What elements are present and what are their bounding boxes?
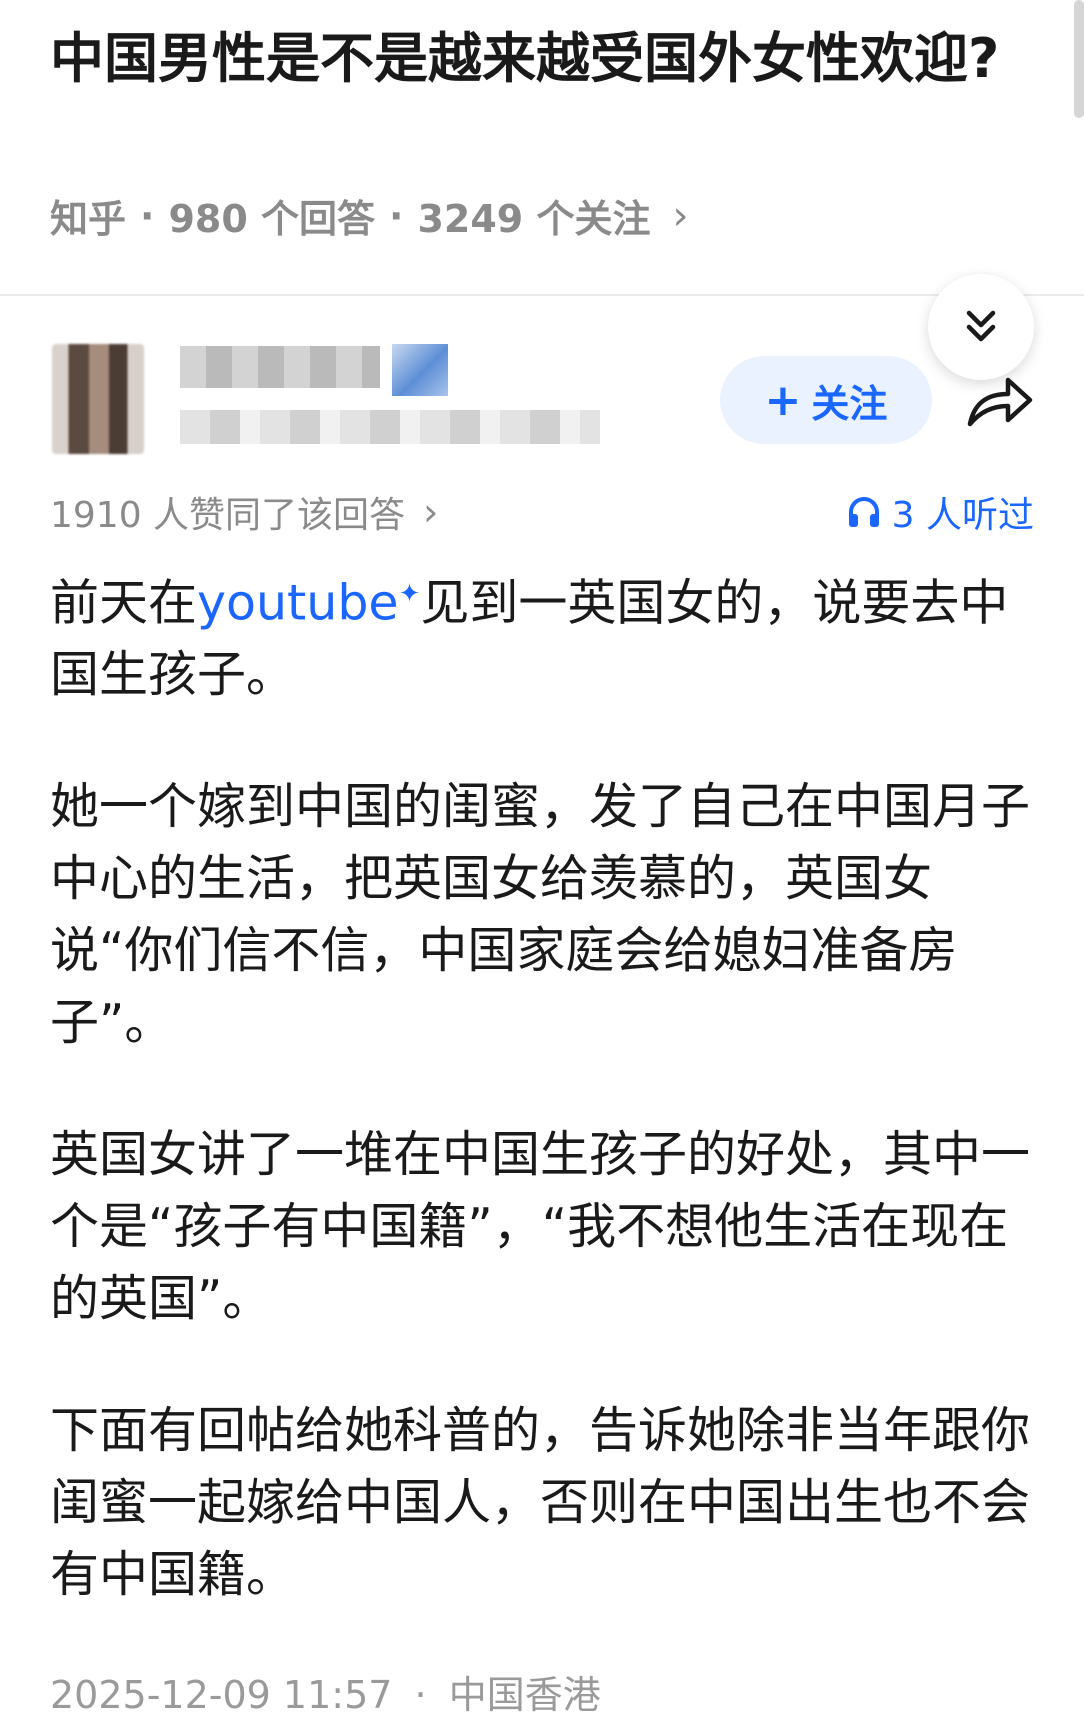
- post-datetime: 2025-12-09 11:57: [50, 1673, 393, 1717]
- headphones-icon: [848, 497, 879, 527]
- avatar[interactable]: [52, 344, 144, 454]
- vote-count[interactable]: 1910 人赞同了该回答 ›: [50, 486, 438, 538]
- double-chevron-down-icon: [966, 310, 996, 342]
- answer-paragraph: 前天在youtube✦见到一英国女的，说要去中国生孩子。: [50, 558, 1034, 711]
- answer-paragraph: 她一个嫁到中国的闺蜜，发了自己在中国月子中心的生活，把英国女给羡慕的，英国女说“…: [50, 778, 1031, 1052]
- scrollbar[interactable]: [1074, 0, 1084, 118]
- answer-count: 980 个回答: [168, 197, 376, 241]
- answer-paragraph: 下面有回帖给她科普的，告诉她除非当年跟你闺蜜一起嫁给中国人，否则在中国出生也不会…: [50, 1402, 1031, 1604]
- chevron-right-icon: ›: [672, 192, 689, 239]
- source-label: 知乎: [50, 197, 127, 241]
- answer-text: 前天在: [50, 574, 198, 632]
- follow-button[interactable]: + 关注: [720, 356, 932, 444]
- keyword-link[interactable]: youtube: [197, 574, 399, 631]
- meta-separator: ·: [389, 193, 404, 238]
- follow-label: 关注: [811, 381, 888, 426]
- divider: [0, 294, 1084, 296]
- answer-body: 前天在youtube✦见到一英国女的，说要去中国生孩子。 她一个嫁到中国的闺蜜，…: [50, 558, 1034, 1671]
- listen-count-label: 3 人听过: [891, 495, 1034, 536]
- follower-count: 3249 个关注: [417, 197, 651, 241]
- sparkle-icon: ✦: [398, 579, 421, 609]
- plus-icon: +: [764, 374, 802, 426]
- author-badge: [392, 344, 448, 396]
- question-title[interactable]: 中国男性是不是越来越受国外女性欢迎?: [50, 18, 1030, 100]
- author-bio: [180, 410, 600, 444]
- share-arrow-icon[interactable]: [964, 366, 1036, 432]
- collapse-button[interactable]: [928, 274, 1034, 380]
- question-meta[interactable]: 知乎 · 980 个回答 · 3249 个关注 ›: [50, 188, 688, 243]
- meta-separator: ·: [140, 193, 155, 238]
- vote-count-label: 1910 人赞同了该回答: [50, 495, 406, 536]
- listen-count[interactable]: 3 人听过: [846, 486, 1034, 538]
- chevron-right-icon: ›: [423, 490, 439, 534]
- post-meta: 2025-12-09 11:57 · 中国香港: [50, 1664, 601, 1719]
- post-location: 中国香港: [448, 1673, 601, 1717]
- author-name[interactable]: [180, 346, 380, 388]
- meta-separator: ·: [414, 1673, 427, 1717]
- answer-paragraph: 英国女讲了一堆在中国生孩子的好处，其中一个是“孩子有中国籍”，“我不想他生活在现…: [50, 1126, 1031, 1328]
